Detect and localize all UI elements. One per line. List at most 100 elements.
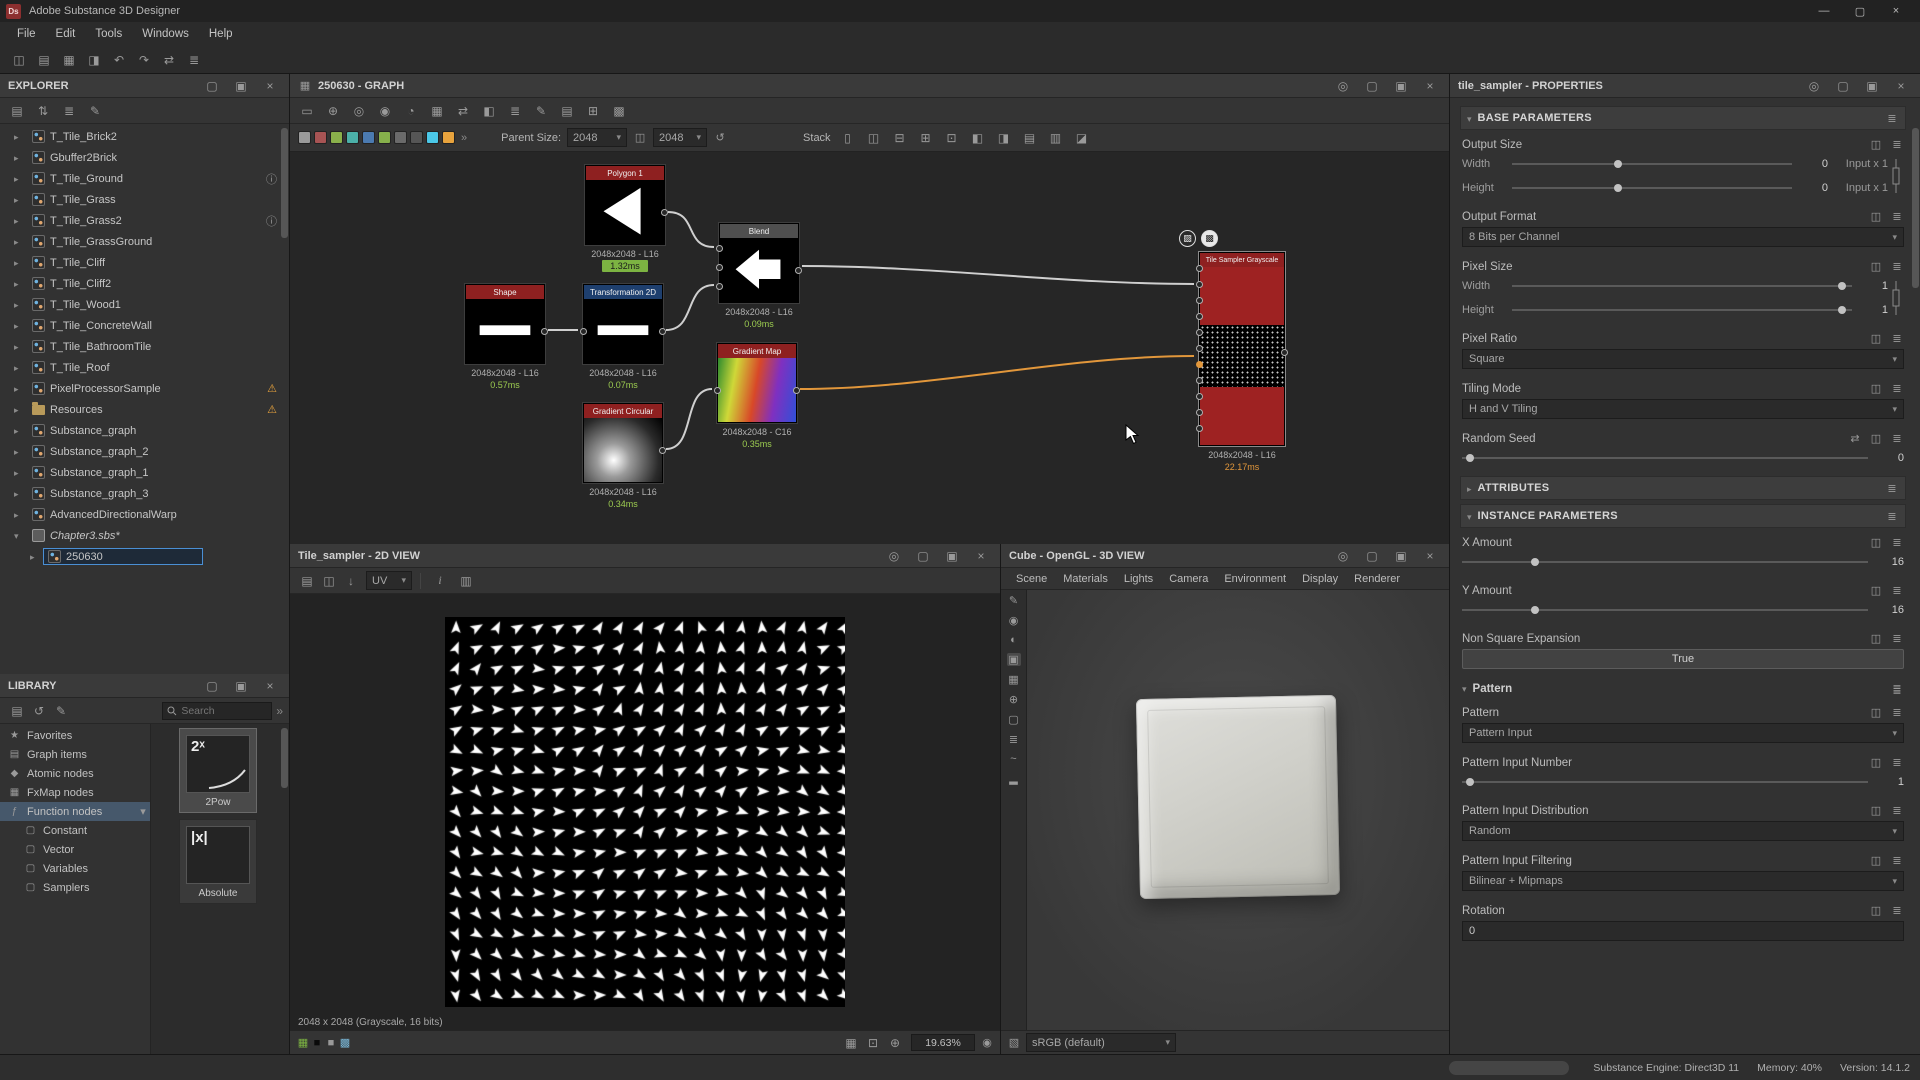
output-port[interactable] (793, 387, 800, 394)
scrollbar[interactable] (281, 128, 288, 238)
pattern-input-distribution-dropdown[interactable]: Random▾ (1462, 821, 1904, 841)
filter-swatch-1[interactable] (314, 131, 327, 144)
open-file-icon[interactable]: ▤ (33, 50, 55, 70)
menu-icon[interactable]: ≣ (1890, 683, 1904, 696)
snap-icon[interactable]: ⊞ (582, 101, 604, 121)
grid-icon[interactable]: ▦ (426, 101, 448, 121)
float-icon[interactable]: ▢ (912, 546, 934, 566)
settings-icon[interactable]: ≣ (183, 50, 205, 70)
link-size-icon[interactable]: ◫ (633, 131, 647, 144)
library-category-atomic-nodes[interactable]: ◆Atomic nodes (0, 764, 150, 783)
caret-icon[interactable] (14, 404, 27, 416)
library-entry-2pow[interactable]: 2ˣ2Pow (179, 728, 257, 813)
library-category-function-nodes[interactable]: ƒFunction nodes▾ (0, 802, 150, 821)
menu-icon[interactable]: ≣ (1890, 804, 1904, 817)
pin-icon[interactable]: ◎ (1332, 546, 1354, 566)
pin-icon[interactable]: ◎ (1803, 76, 1825, 96)
export-icon[interactable]: ◨ (83, 50, 105, 70)
menu-icon[interactable]: ≣ (1890, 632, 1904, 645)
library-category-samplers[interactable]: ▢Samplers (0, 878, 150, 897)
maximize-icon[interactable]: ▣ (1390, 546, 1412, 566)
view-3d-menu-scene[interactable]: Scene (1009, 571, 1054, 587)
uv-mode-dropdown[interactable]: UV▾ (366, 571, 412, 590)
library-entry-absolute[interactable]: |x|Absolute (179, 819, 257, 904)
explorer-item-250630[interactable]: 250630 (0, 546, 289, 567)
filter-swatch-4[interactable] (362, 131, 375, 144)
output-port[interactable] (795, 267, 802, 274)
bg-gray-swatch[interactable]: ■ (324, 1036, 338, 1050)
layout-a-icon[interactable]: ▤ (1019, 128, 1041, 148)
slider-handle[interactable] (1531, 606, 1539, 614)
explorer-item-t-tile-grassground[interactable]: T_Tile_GrassGround (0, 231, 289, 252)
menu-help[interactable]: Help (200, 25, 242, 43)
parent-size-dropdown[interactable]: 2048▾ (567, 128, 627, 147)
caret-icon[interactable] (14, 362, 27, 374)
menu-tools[interactable]: Tools (86, 25, 131, 43)
reset-size-icon[interactable]: ↺ (713, 131, 727, 144)
link-mode-icon[interactable]: ⇄ (452, 101, 474, 121)
refresh-icon[interactable]: ↺ (28, 701, 50, 721)
explorer-item-t-tile-grass2[interactable]: T_Tile_Grass2ⓘ (0, 210, 289, 231)
explorer-item-t-tile-brick2[interactable]: T_Tile_Brick2 (0, 126, 289, 147)
expose-parameter-icon[interactable]: ◫ (1869, 854, 1883, 867)
light-icon[interactable]: ◉ (1007, 614, 1021, 627)
pin-icon[interactable]: ◎ (1332, 76, 1354, 96)
caret-icon[interactable] (14, 131, 27, 143)
filter-swatch-0[interactable] (298, 131, 311, 144)
expose-parameter-icon[interactable]: ◫ (1869, 804, 1883, 817)
overflow-chevron[interactable] (276, 704, 283, 718)
node-polygon-1[interactable]: Polygon 1 (585, 165, 665, 245)
transform-icon[interactable]: ⊕ (1007, 693, 1021, 706)
pattern-input-number-slider[interactable] (1462, 776, 1868, 788)
explorer-item-substance-graph[interactable]: Substance_graph (0, 420, 289, 441)
align-left-icon[interactable]: ⊟ (889, 128, 911, 148)
explorer-item-t-tile-cliff[interactable]: T_Tile_Cliff (0, 252, 289, 273)
export-image-icon[interactable]: ↓ (340, 571, 362, 591)
layout-b-icon[interactable]: ▥ (1045, 128, 1067, 148)
explorer-item-substance-graph-1[interactable]: Substance_graph_1 (0, 462, 289, 483)
uv-grid-icon[interactable]: ▦ (1007, 673, 1021, 686)
input-port[interactable] (580, 328, 587, 335)
explorer-item-chapter3-sbs[interactable]: Chapter3.sbs* (0, 525, 289, 546)
caret-icon[interactable] (14, 194, 27, 206)
menu-icon[interactable]: ≣ (1890, 706, 1904, 719)
caret-icon[interactable] (14, 425, 27, 437)
pattern-dropdown[interactable]: Pattern Input▾ (1462, 723, 1904, 743)
non-square-expansion-toggle-button[interactable]: True (1462, 649, 1904, 669)
library-category-vector[interactable]: ▢Vector (0, 840, 150, 859)
menu-icon[interactable]: ≣ (1890, 584, 1904, 597)
wireframe-icon[interactable]: ▢ (1007, 713, 1021, 726)
input-port[interactable] (1196, 345, 1203, 352)
explorer-item-t-tile-bathroomtile[interactable]: T_Tile_BathroomTile (0, 336, 289, 357)
library-category-constant[interactable]: ▢Constant (0, 821, 150, 840)
material-mode-icon[interactable]: ◧ (478, 101, 500, 121)
maximize-icon[interactable]: ▣ (230, 676, 252, 696)
menu-icon[interactable]: ≣ (1890, 432, 1904, 445)
library-category-favorites[interactable]: ★Favorites (0, 726, 150, 745)
input-port[interactable] (716, 245, 723, 252)
pixel-size-slider[interactable] (1512, 280, 1852, 292)
expose-parameter-icon[interactable]: ◫ (1869, 432, 1883, 445)
frame-selection-icon[interactable]: ▭ (296, 101, 318, 121)
screenshot-icon[interactable]: ◎ (348, 101, 370, 121)
focus-icon[interactable]: ◉ (374, 101, 396, 121)
lock-zoom-icon[interactable]: ◉ (980, 1036, 994, 1049)
menu-icon[interactable]: ≣ (1890, 382, 1904, 395)
undo-icon[interactable]: ↶ (108, 50, 130, 70)
y-amount-slider[interactable] (1462, 604, 1868, 616)
expose-parameter-icon[interactable]: ◫ (1869, 756, 1883, 769)
layers-icon[interactable]: ≣ (1007, 733, 1021, 746)
view-mode-icon[interactable]: ▤ (6, 701, 28, 721)
output-format-dropdown[interactable]: 8 Bits per Channel▾ (1462, 227, 1904, 247)
x-amount-slider[interactable] (1462, 556, 1868, 568)
menu-icon[interactable]: ≣ (1890, 138, 1904, 151)
import-icon[interactable]: ⇅ (32, 101, 54, 121)
input-port[interactable] (1196, 281, 1203, 288)
graph-canvas[interactable]: Polygon 12048x2048 - L161.32msShape2048x… (290, 152, 1449, 544)
input-port[interactable] (1196, 409, 1203, 416)
random-seed-slider[interactable] (1462, 452, 1868, 464)
zoom-level-input[interactable] (911, 1034, 975, 1051)
pin-icon[interactable]: ◎ (883, 546, 905, 566)
output-port[interactable] (659, 328, 666, 335)
output-port[interactable] (661, 209, 668, 216)
